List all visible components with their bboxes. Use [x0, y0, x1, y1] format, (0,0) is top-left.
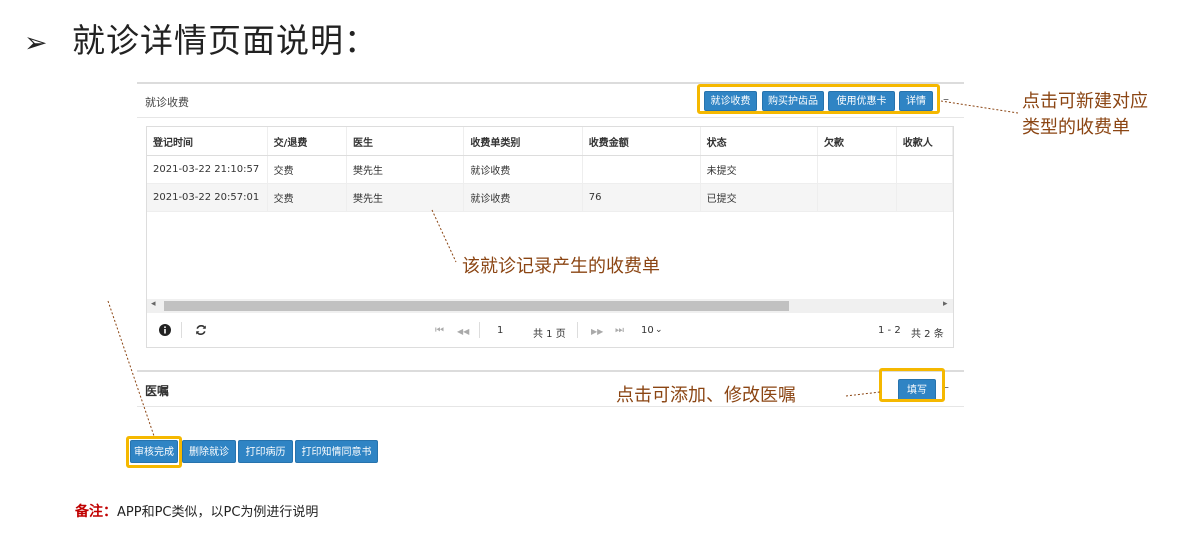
toolbar-callout-line1: 点击可新建对应 — [1022, 91, 1148, 112]
toolbar-callout: 点击可新建对应 类型的收费单 — [1022, 89, 1148, 141]
footnote-label: 备注： — [75, 504, 117, 520]
footnote: 备注：APP和PC类似，以PC为例进行说明 — [75, 501, 318, 521]
orders-callout: 点击可添加、修改医嘱 — [616, 385, 796, 406]
footnote-text: APP和PC类似，以PC为例进行说明 — [117, 505, 319, 520]
table-callout: 该就诊记录产生的收费单 — [462, 256, 660, 277]
toolbar-callout-line2: 类型的收费单 — [1022, 117, 1130, 138]
